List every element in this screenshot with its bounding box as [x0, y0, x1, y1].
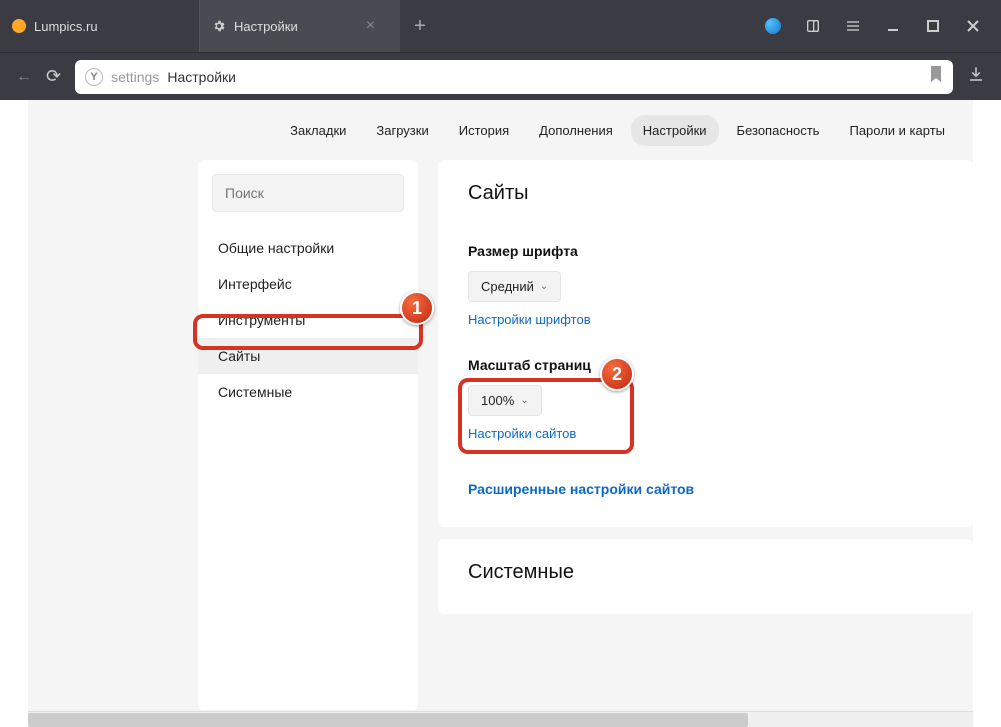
zoom-value: 100% [481, 393, 514, 408]
titlebar: Lumpics.ru Настройки × + [0, 0, 1001, 52]
settings-topnav: Закладки Загрузки История Дополнения Нас… [28, 100, 973, 160]
window-controls [765, 0, 1001, 52]
panel-sites-title: Сайты [468, 182, 943, 205]
back-button[interactable]: ← [16, 68, 32, 86]
yandex-y-icon: Y [85, 68, 103, 86]
sidebar-item-general[interactable]: Общие настройки [198, 230, 418, 266]
horizontal-scrollbar[interactable] [28, 711, 973, 727]
close-icon[interactable]: × [366, 17, 375, 35]
address-title: Настройки [167, 69, 236, 85]
topnav-settings[interactable]: Настройки [631, 115, 719, 146]
zoom-label: Масштаб страниц [468, 357, 943, 373]
chevron-down-icon: ⌄ [540, 281, 548, 292]
settings-main: Сайты Размер шрифта Средний ⌄ Настройки … [438, 160, 973, 710]
topnav-history[interactable]: История [447, 115, 521, 146]
minimize-icon[interactable] [885, 18, 901, 34]
font-settings-link[interactable]: Настройки шрифтов [468, 312, 943, 327]
settings-sidebar: Общие настройки Интерфейс Инструменты Са… [198, 160, 418, 710]
annotation-badge-2: 2 [600, 357, 634, 391]
panel-system-title: Системные [468, 561, 943, 584]
zoom-dropdown[interactable]: 100% ⌄ [468, 385, 542, 416]
toolbar: ← ⟳ Y settings Настройки [0, 52, 1001, 100]
topnav-downloads[interactable]: Загрузки [364, 115, 440, 146]
address-bar[interactable]: Y settings Настройки [75, 60, 953, 94]
menu-icon[interactable] [845, 18, 861, 34]
profile-icon[interactable] [765, 18, 781, 34]
annotation-badge-1: 1 [400, 291, 434, 325]
address-category: settings [111, 69, 159, 85]
scrollbar-thumb[interactable] [28, 713, 748, 727]
window-close-icon[interactable] [965, 18, 981, 34]
topnav-security[interactable]: Безопасность [725, 115, 832, 146]
reload-icon[interactable]: ⟳ [46, 66, 61, 87]
sidebar-item-interface[interactable]: Интерфейс [198, 266, 418, 302]
site-settings-link[interactable]: Настройки сайтов [468, 426, 943, 441]
sidebar-item-system[interactable]: Системные [198, 374, 418, 410]
sidebar-search[interactable] [212, 174, 404, 212]
chevron-down-icon: ⌄ [520, 395, 528, 406]
maximize-icon[interactable] [925, 18, 941, 34]
topnav-passwords[interactable]: Пароли и карты [837, 115, 957, 146]
sidebar-item-tools[interactable]: Инструменты [198, 302, 418, 338]
tab-lumpics[interactable]: Lumpics.ru [0, 0, 200, 52]
tab-title: Настройки [234, 19, 298, 34]
content-area: Закладки Загрузки История Дополнения Нас… [28, 100, 973, 719]
font-size-value: Средний [481, 279, 534, 294]
font-size-label: Размер шрифта [468, 243, 943, 259]
topnav-addons[interactable]: Дополнения [527, 115, 625, 146]
topnav-bookmarks[interactable]: Закладки [278, 115, 358, 146]
search-input[interactable] [225, 185, 391, 201]
advanced-site-settings-link[interactable]: Расширенные настройки сайтов [468, 481, 943, 497]
tab-title: Lumpics.ru [34, 19, 98, 34]
panel-sites: Сайты Размер шрифта Средний ⌄ Настройки … [438, 160, 973, 527]
gear-icon [212, 19, 226, 33]
font-size-dropdown[interactable]: Средний ⌄ [468, 271, 561, 302]
new-tab-button[interactable]: + [400, 0, 440, 52]
site-favicon [12, 19, 26, 33]
bookmark-panel-icon[interactable] [805, 18, 821, 34]
downloads-icon[interactable] [967, 65, 985, 89]
bookmark-icon[interactable] [929, 66, 943, 87]
tab-settings[interactable]: Настройки × [200, 0, 400, 52]
sidebar-item-sites[interactable]: Сайты [198, 338, 418, 374]
panel-system: Системные [438, 539, 973, 614]
